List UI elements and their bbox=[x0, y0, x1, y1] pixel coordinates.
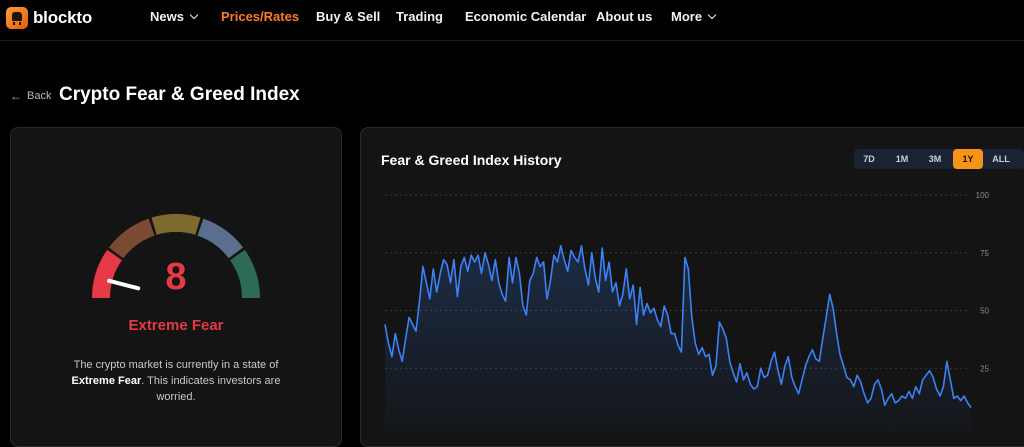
gauge-segment bbox=[197, 218, 244, 259]
gauge-segment bbox=[92, 249, 122, 298]
nav-item-label: More bbox=[671, 9, 703, 24]
y-axis-ticks: 100 75 50 25 bbox=[976, 191, 990, 373]
nav-item-label: About us bbox=[596, 9, 653, 24]
top-nav: blockto News Prices/Rates Buy & Sell Tra… bbox=[0, 0, 1024, 41]
nav-item-prices-rates[interactable]: Prices/Rates bbox=[221, 9, 299, 24]
nav-item-news[interactable]: News bbox=[150, 9, 199, 24]
nav-item-label: Buy & Sell bbox=[316, 9, 381, 24]
nav-item-buy-sell[interactable]: Buy & Sell bbox=[316, 9, 380, 24]
nav-item-more[interactable]: More bbox=[671, 9, 717, 24]
desc-suffix: . This indicates investors are worried. bbox=[141, 375, 281, 403]
gauge-sentiment-label: Extreme Fear bbox=[128, 317, 224, 334]
desc-prefix: The crypto market is currently in a stat… bbox=[73, 359, 279, 371]
gauge-segment bbox=[230, 249, 260, 298]
y-tick-label: 100 bbox=[976, 191, 990, 200]
arrow-left-icon: ← bbox=[10, 89, 22, 103]
chevron-down-icon bbox=[707, 10, 717, 20]
back-link[interactable]: ← Back bbox=[10, 89, 51, 103]
history-card: Fear & Greed Index History 7D 1M 3M 1Y A… bbox=[360, 127, 1024, 447]
nav-item-economic-calendar[interactable]: Economic Calendar bbox=[465, 9, 586, 24]
gauge-segment bbox=[151, 214, 201, 235]
gauge-card: 8 Extreme Fear The crypto market is curr… bbox=[10, 127, 342, 447]
brand-robot-icon bbox=[6, 7, 28, 29]
nav-item-label: News bbox=[150, 9, 184, 24]
brand-logo[interactable]: blockto bbox=[6, 7, 92, 29]
gauge-value: 8 bbox=[165, 256, 187, 298]
y-tick-label: 50 bbox=[980, 307, 989, 316]
nav-item-label: Trading bbox=[396, 9, 443, 24]
y-tick-label: 25 bbox=[980, 364, 989, 373]
nav-item-label: Economic Calendar bbox=[465, 9, 587, 24]
chevron-down-icon bbox=[189, 10, 199, 20]
brand-name: blockto bbox=[33, 8, 93, 27]
nav-item-trading[interactable]: Trading bbox=[396, 9, 443, 24]
nav-item-about-us[interactable]: About us bbox=[596, 9, 652, 24]
page-title: Crypto Fear & Greed Index bbox=[59, 84, 300, 105]
back-label: Back bbox=[27, 90, 52, 102]
nav-item-label: Prices/Rates bbox=[221, 9, 300, 24]
gauge-description: The crypto market is currently in a stat… bbox=[56, 357, 296, 405]
chart-area-fill bbox=[385, 245, 971, 434]
history-line-chart: 100 75 50 25 bbox=[384, 191, 990, 434]
y-tick-label: 75 bbox=[980, 249, 989, 258]
gauge-segment bbox=[108, 218, 155, 259]
desc-strong: Extreme Fear bbox=[71, 375, 142, 387]
